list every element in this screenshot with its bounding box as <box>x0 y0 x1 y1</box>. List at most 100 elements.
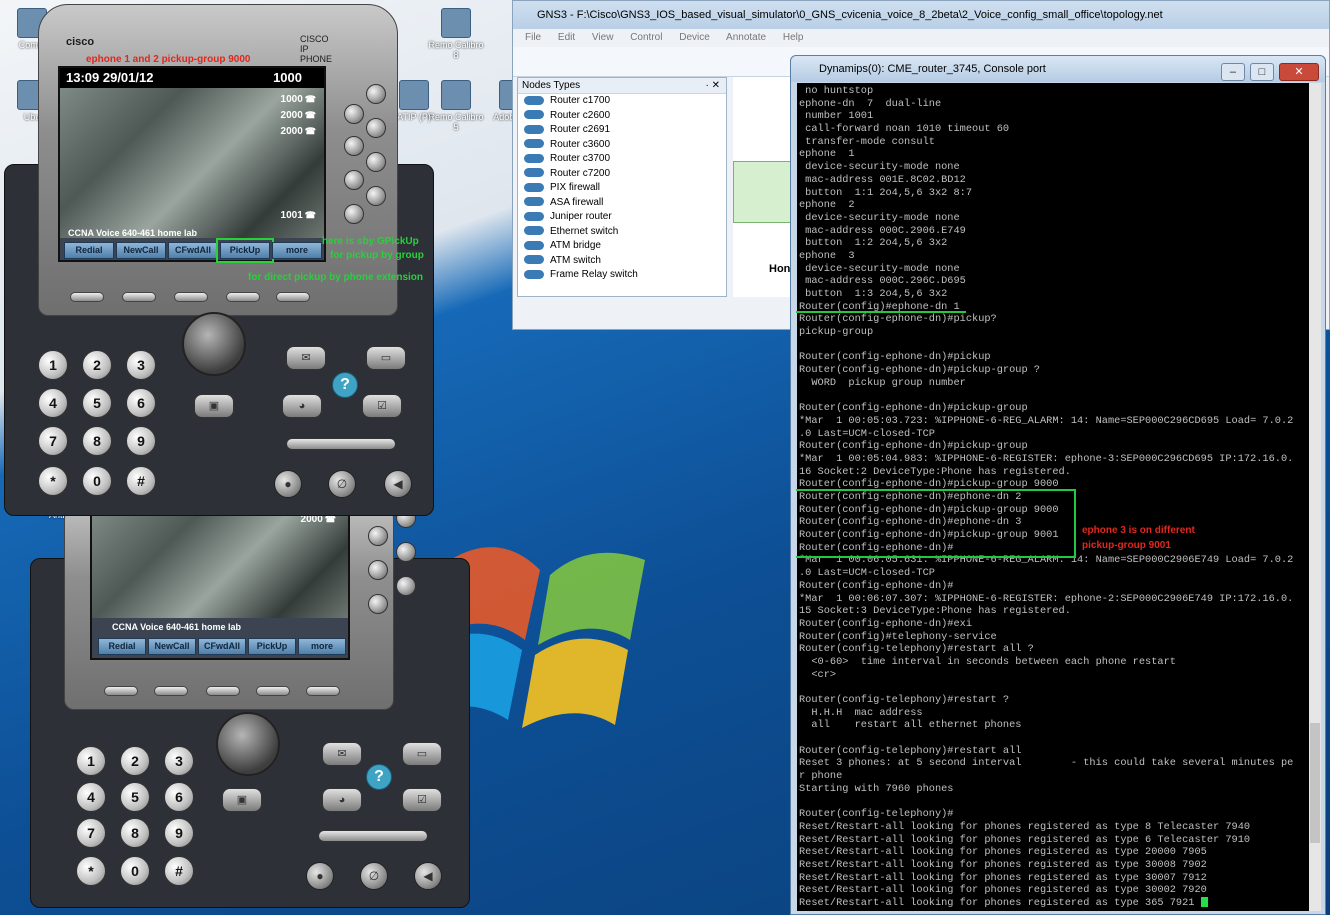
line-button-5[interactable] <box>366 84 386 104</box>
node-type-item[interactable]: Ethernet switch <box>518 225 726 240</box>
node-type-item[interactable]: ATM bridge <box>518 239 726 254</box>
mute-button[interactable]: ∅ <box>328 470 356 498</box>
key-star[interactable]: * <box>38 466 68 496</box>
softkey-pill-1[interactable] <box>104 686 138 696</box>
key-hash[interactable]: # <box>126 466 156 496</box>
softkey-pill-4[interactable] <box>256 686 290 696</box>
line-button-6[interactable] <box>366 118 386 138</box>
node-type-item[interactable]: ATM switch <box>518 254 726 269</box>
key-2[interactable]: 2 <box>120 746 150 776</box>
help-button[interactable]: ? <box>366 764 392 790</box>
console-title-bar[interactable]: Dynamips(0): CME_router_3745, Console po… <box>791 56 1325 82</box>
conference-button[interactable]: ▣ <box>194 394 234 418</box>
node-type-item[interactable]: Juniper router <box>518 210 726 225</box>
key-2[interactable]: 2 <box>82 350 112 380</box>
navigation-pad[interactable] <box>182 312 246 376</box>
key-3[interactable]: 3 <box>126 350 156 380</box>
key-9[interactable]: 9 <box>126 426 156 456</box>
line-button-6[interactable] <box>396 576 416 596</box>
node-type-item[interactable]: Router c1700 <box>518 94 726 109</box>
messages-button[interactable]: ✉ <box>322 742 362 766</box>
line-button-1[interactable] <box>344 104 364 124</box>
line-button-5[interactable] <box>396 542 416 562</box>
softkey-pill-2[interactable] <box>154 686 188 696</box>
headset-button[interactable]: ● <box>274 470 302 498</box>
node-type-item[interactable]: ASA firewall <box>518 196 726 211</box>
speaker-button[interactable]: ◀ <box>384 470 412 498</box>
line-button-4[interactable] <box>344 204 364 224</box>
line-button-2[interactable] <box>344 136 364 156</box>
help-button[interactable]: ? <box>332 372 358 398</box>
key-1[interactable]: 1 <box>76 746 106 776</box>
speaker-button[interactable]: ◀ <box>414 862 442 890</box>
key-8[interactable]: 8 <box>120 818 150 848</box>
node-type-item[interactable]: Router c3700 <box>518 152 726 167</box>
settings-button[interactable]: ☑ <box>362 394 402 418</box>
mute-button[interactable]: ∅ <box>360 862 388 890</box>
menu-edit[interactable]: Edit <box>558 32 575 43</box>
headset-button[interactable]: ● <box>306 862 334 890</box>
navigation-pad[interactable] <box>216 712 280 776</box>
softkey-pill-3[interactable] <box>206 686 240 696</box>
close-button[interactable]: ✕ <box>1279 63 1319 81</box>
key-8[interactable]: 8 <box>82 426 112 456</box>
softkey-pill-2[interactable] <box>122 292 156 302</box>
softkey-redial[interactable]: Redial <box>64 242 114 259</box>
key-9[interactable]: 9 <box>164 818 194 848</box>
softkey-more[interactable]: more <box>272 242 322 259</box>
key-5[interactable]: 5 <box>120 782 150 812</box>
softkey-pill-3[interactable] <box>174 292 208 302</box>
line-button-1[interactable] <box>368 526 388 546</box>
softkey-pill-5[interactable] <box>276 292 310 302</box>
key-7[interactable]: 7 <box>76 818 106 848</box>
directories-button[interactable]: ▭ <box>402 742 442 766</box>
key-4[interactable]: 4 <box>38 388 68 418</box>
key-5[interactable]: 5 <box>82 388 112 418</box>
key-1[interactable]: 1 <box>38 350 68 380</box>
key-6[interactable]: 6 <box>164 782 194 812</box>
line-button-2[interactable] <box>368 560 388 580</box>
node-type-item[interactable]: Router c2691 <box>518 123 726 138</box>
softkey-pill-5[interactable] <box>306 686 340 696</box>
node-type-item[interactable]: Router c7200 <box>518 167 726 182</box>
key-0[interactable]: 0 <box>120 856 150 886</box>
gns3-title-bar[interactable]: GNS3 - F:\Cisco\GNS3_IOS_based_visual_si… <box>513 1 1329 29</box>
key-star[interactable]: * <box>76 856 106 886</box>
settings-button[interactable]: ☑ <box>402 788 442 812</box>
key-4[interactable]: 4 <box>76 782 106 812</box>
key-0[interactable]: 0 <box>82 466 112 496</box>
softkey-cfwdall[interactable]: CFwdAll <box>198 638 246 655</box>
services-button[interactable]: ◕ <box>322 788 362 812</box>
scrollbar-thumb[interactable] <box>1310 723 1320 843</box>
menu-view[interactable]: View <box>592 32 614 43</box>
node-type-item[interactable]: Frame Relay switch <box>518 268 726 283</box>
desktop-icon-remote-8[interactable]: Remo Calibro 8 <box>428 8 484 64</box>
conference-button[interactable]: ▣ <box>222 788 262 812</box>
menu-annotate[interactable]: Annotate <box>726 32 766 43</box>
directories-button[interactable]: ▭ <box>366 346 406 370</box>
softkey-pickup[interactable]: PickUp <box>216 238 274 263</box>
volume-rocker[interactable] <box>318 830 428 842</box>
volume-rocker[interactable] <box>286 438 396 450</box>
panel-close-icon[interactable]: · ✕ <box>706 78 721 94</box>
softkey-newcall[interactable]: NewCall <box>148 638 196 655</box>
console-window[interactable]: Dynamips(0): CME_router_3745, Console po… <box>790 55 1326 915</box>
menu-device[interactable]: Device <box>679 32 710 43</box>
line-button-7[interactable] <box>366 152 386 172</box>
minimize-button[interactable]: – <box>1220 63 1245 81</box>
line-button-3[interactable] <box>368 594 388 614</box>
key-3[interactable]: 3 <box>164 746 194 776</box>
menu-control[interactable]: Control <box>630 32 662 43</box>
node-type-item[interactable]: PIX firewall <box>518 181 726 196</box>
services-button[interactable]: ◕ <box>282 394 322 418</box>
menu-file[interactable]: File <box>525 32 541 43</box>
softkey-more[interactable]: more <box>298 638 346 655</box>
console-scrollbar[interactable] <box>1309 83 1321 911</box>
softkey-cfwdall[interactable]: CFwdAll <box>168 242 218 259</box>
key-6[interactable]: 6 <box>126 388 156 418</box>
softkey-newcall[interactable]: NewCall <box>116 242 166 259</box>
softkey-pickup[interactable]: PickUp <box>248 638 296 655</box>
line-button-3[interactable] <box>344 170 364 190</box>
softkey-redial[interactable]: Redial <box>98 638 146 655</box>
line-button-8[interactable] <box>366 186 386 206</box>
